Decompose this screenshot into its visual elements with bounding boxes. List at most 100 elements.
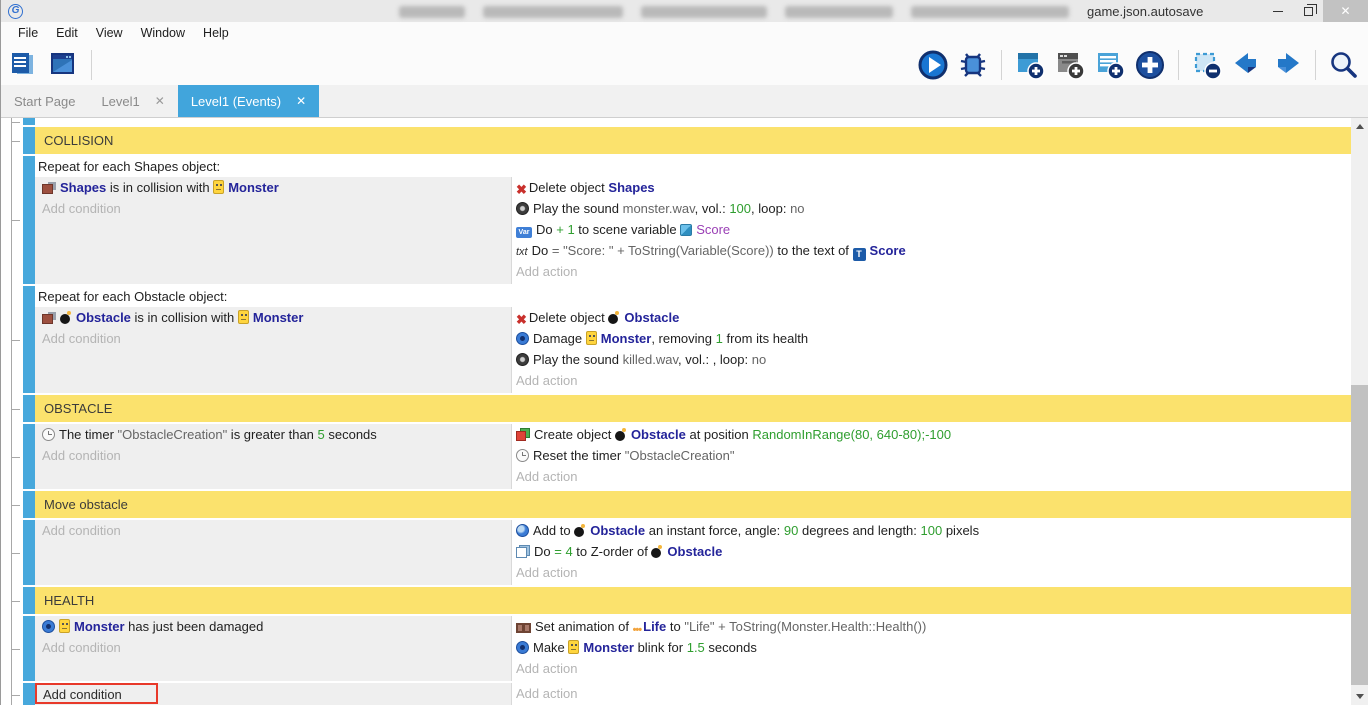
add-condition-button-annotated[interactable]: Add condition bbox=[35, 683, 158, 704]
group-header[interactable]: COLLISION bbox=[35, 127, 1351, 154]
event-gutter bbox=[1, 520, 23, 585]
action-line[interactable]: Play the sound killed.wav, vol.: , loop:… bbox=[512, 349, 1351, 370]
scroll-thumb[interactable] bbox=[1351, 385, 1368, 685]
remove-selection-icon[interactable] bbox=[1191, 49, 1223, 81]
redo-icon[interactable] bbox=[1271, 49, 1303, 81]
add-comment-icon[interactable] bbox=[1094, 49, 1126, 81]
condition-line[interactable]: Monster has just been damaged bbox=[35, 616, 511, 637]
menu-edit[interactable]: Edit bbox=[47, 22, 87, 44]
event-text-num: 1.5 bbox=[687, 640, 705, 655]
scroll-down-button[interactable] bbox=[1351, 688, 1368, 705]
event-selection-bar[interactable] bbox=[23, 424, 35, 489]
conditions-column: The timer "ObstacleCreation" is greater … bbox=[35, 424, 511, 489]
event-content: Add condition Add action bbox=[35, 683, 1351, 705]
add-condition-button[interactable]: Add condition bbox=[42, 640, 121, 655]
add-subevent-icon[interactable] bbox=[1054, 49, 1086, 81]
group-header[interactable]: OBSTACLE bbox=[35, 395, 1351, 422]
add-action-button[interactable]: Add action bbox=[516, 373, 577, 388]
add-circle-icon[interactable] bbox=[1134, 49, 1166, 81]
add-condition-button[interactable]: Add condition bbox=[42, 523, 121, 538]
tab-close-icon[interactable]: ✕ bbox=[296, 94, 306, 108]
action-line[interactable]: Do = 4 to Z-order of Obstacle bbox=[512, 541, 1351, 562]
add-action-button[interactable]: Add action bbox=[516, 264, 577, 279]
add-event-icon[interactable] bbox=[1014, 49, 1046, 81]
group-header[interactable]: Move obstacle bbox=[35, 491, 1351, 518]
add-action-button[interactable]: Add action bbox=[516, 661, 577, 676]
condition-line[interactable]: Add condition bbox=[35, 198, 511, 219]
event-content: COLLISION bbox=[35, 127, 1351, 154]
event-text-plain: seconds bbox=[705, 640, 757, 655]
add-action-button[interactable]: Add action bbox=[516, 565, 577, 580]
undo-icon[interactable] bbox=[1231, 49, 1263, 81]
event-selection-bar[interactable] bbox=[23, 520, 35, 585]
action-line[interactable]: Do + 1 to scene variable Score bbox=[512, 219, 1351, 240]
event-selection-bar[interactable] bbox=[23, 156, 35, 284]
action-line[interactable]: Add action bbox=[512, 658, 1351, 679]
health-icon bbox=[42, 620, 55, 633]
action-line[interactable]: Set animation of Life to "Life" + ToStri… bbox=[512, 616, 1351, 637]
menubar: File Edit View Window Help bbox=[1, 22, 1368, 44]
minimize-button[interactable] bbox=[1263, 0, 1293, 22]
tab-level1-events[interactable]: Level1 (Events) ✕ bbox=[178, 85, 319, 117]
add-action-button[interactable]: Add action bbox=[516, 686, 577, 701]
scene-editor-icon[interactable] bbox=[47, 49, 79, 81]
repeat-header[interactable]: Repeat for each Shapes object: bbox=[35, 156, 1351, 177]
action-line[interactable]: Reset the timer "ObstacleCreation" bbox=[512, 445, 1351, 466]
action-line[interactable]: Add action bbox=[512, 466, 1351, 487]
tab-level1[interactable]: Level1 ✕ bbox=[88, 85, 177, 117]
event-selection-bar[interactable] bbox=[23, 491, 35, 518]
close-button[interactable]: ✕ bbox=[1323, 0, 1368, 22]
action-line[interactable]: Do = "Score: " + ToString(Variable(Score… bbox=[512, 240, 1351, 261]
add-action-button[interactable]: Add action bbox=[516, 469, 577, 484]
event-selection-bar[interactable] bbox=[23, 118, 35, 125]
action-line[interactable]: Add action bbox=[512, 261, 1351, 282]
condition-line[interactable]: Add condition bbox=[35, 637, 511, 658]
condition-line[interactable]: Add condition bbox=[35, 683, 511, 704]
toolbar-separator bbox=[1178, 50, 1179, 80]
condition-line[interactable]: Add condition bbox=[35, 445, 511, 466]
event-selection-bar[interactable] bbox=[23, 683, 35, 705]
event-text-plain: to scene variable bbox=[575, 222, 681, 237]
tab-start-page[interactable]: Start Page bbox=[1, 85, 88, 117]
condition-line[interactable]: Add condition bbox=[35, 520, 511, 541]
project-manager-icon[interactable] bbox=[7, 49, 39, 81]
event-text-num: 1 bbox=[716, 331, 723, 346]
search-icon[interactable] bbox=[1328, 49, 1360, 81]
event-selection-bar[interactable] bbox=[23, 616, 35, 681]
event-selection-bar[interactable] bbox=[23, 587, 35, 614]
action-line[interactable]: Add action bbox=[512, 683, 1351, 704]
condition-line[interactable]: Obstacle is in collision with Monster bbox=[35, 307, 511, 328]
play-icon[interactable] bbox=[917, 49, 949, 81]
debug-icon[interactable] bbox=[957, 49, 989, 81]
event-selection-bar[interactable] bbox=[23, 286, 35, 393]
action-line[interactable]: Play the sound monster.wav, vol.: 100, l… bbox=[512, 198, 1351, 219]
group-header[interactable]: HEALTH bbox=[35, 587, 1351, 614]
condition-line[interactable]: The timer "ObstacleCreation" is greater … bbox=[35, 424, 511, 445]
action-line[interactable]: Add action bbox=[512, 370, 1351, 391]
event-row: Add condition Add action bbox=[1, 683, 1351, 705]
restore-button[interactable] bbox=[1293, 0, 1323, 22]
action-line[interactable]: Add action bbox=[512, 562, 1351, 583]
condition-line[interactable]: Add condition bbox=[35, 328, 511, 349]
event-selection-bar[interactable] bbox=[23, 127, 35, 154]
tab-close-icon[interactable]: ✕ bbox=[155, 94, 165, 108]
repeat-header[interactable]: Repeat for each Obstacle object: bbox=[35, 286, 1351, 307]
action-line[interactable]: Create object Obstacle at position Rando… bbox=[512, 424, 1351, 445]
action-line[interactable]: Add to Obstacle an instant force, angle:… bbox=[512, 520, 1351, 541]
add-condition-button[interactable]: Add condition bbox=[42, 331, 121, 346]
add-condition-button[interactable]: Add condition bbox=[42, 448, 121, 463]
add-condition-button[interactable]: Add condition bbox=[42, 201, 121, 216]
vertical-scrollbar[interactable] bbox=[1351, 118, 1368, 705]
menu-view[interactable]: View bbox=[87, 22, 132, 44]
menu-file[interactable]: File bbox=[9, 22, 47, 44]
condition-line[interactable]: Shapes is in collision with Monster bbox=[35, 177, 511, 198]
action-line[interactable]: Damage Monster, removing 1 from its heal… bbox=[512, 328, 1351, 349]
menu-window[interactable]: Window bbox=[132, 22, 194, 44]
event-selection-bar[interactable] bbox=[23, 395, 35, 422]
action-line[interactable]: Make Monster blink for 1.5 seconds bbox=[512, 637, 1351, 658]
action-line[interactable]: Delete object Obstacle bbox=[512, 307, 1351, 328]
menu-help[interactable]: Help bbox=[194, 22, 238, 44]
event-text-num: 100 bbox=[729, 201, 751, 216]
action-line[interactable]: Delete object Shapes bbox=[512, 177, 1351, 198]
scroll-up-button[interactable] bbox=[1351, 118, 1368, 135]
